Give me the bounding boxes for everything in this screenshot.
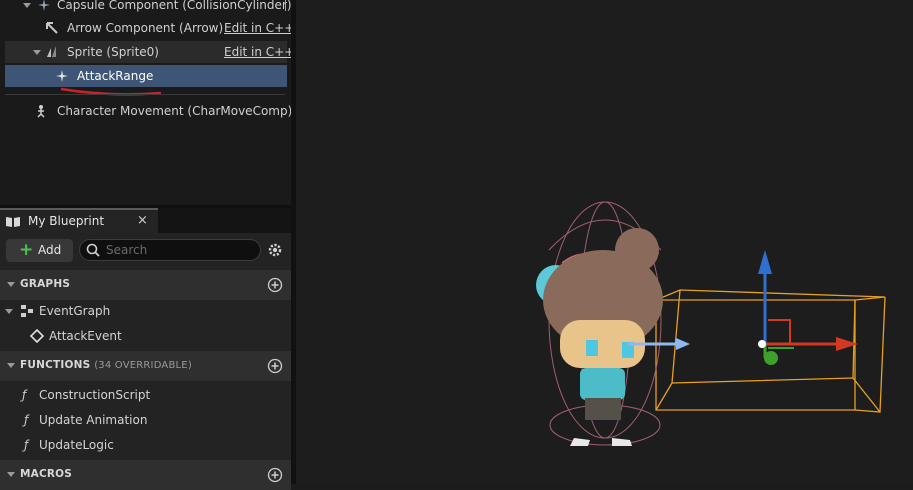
- viewport[interactable]: [296, 0, 913, 484]
- list-item-event-graph[interactable]: EventGraph: [0, 300, 291, 322]
- event-icon: [30, 329, 44, 343]
- tree-item-capsule-component[interactable]: Capsule Component (CollisionCylinder): [5, 0, 292, 16]
- tree-item-label: Sprite (Sprite0): [67, 45, 159, 59]
- tab-my-blueprint[interactable]: My Blueprint ×: [0, 208, 158, 233]
- tree-item-arrow-component[interactable]: Arrow Component (Arrow) Edit in C++: [5, 17, 294, 39]
- edit-in-cpp-link[interactable]: Edit in C++: [224, 17, 294, 39]
- viewport-scene[interactable]: [296, 0, 913, 484]
- event-graph-icon: [21, 305, 33, 317]
- sprite-icon: [47, 46, 56, 57]
- expand-arrow-icon[interactable]: [23, 3, 31, 8]
- item-label: Update Animation: [39, 413, 148, 427]
- section-title: FUNCTIONS (34 OVERRIDABLE): [20, 359, 192, 371]
- search-input[interactable]: Search: [79, 239, 261, 261]
- list-item-function[interactable]: ƒ ConstructionScript: [0, 384, 291, 406]
- tree-item-label: AttackRange: [77, 69, 154, 83]
- search-icon: [86, 243, 100, 257]
- function-icon: ƒ: [24, 413, 29, 427]
- components-tree: Capsule Component (CollisionCylinder) Ar…: [0, 0, 294, 205]
- separator: [5, 94, 285, 95]
- item-label: ConstructionScript: [39, 388, 151, 402]
- plus-icon: +: [19, 240, 34, 260]
- transform-gizmo[interactable]: [758, 250, 858, 365]
- left-panel: Capsule Component (CollisionCylinder) Ar…: [0, 0, 294, 490]
- divider: [285, 0, 286, 11]
- collapse-arrow-icon[interactable]: [7, 363, 15, 368]
- tree-item-label: Capsule Component (CollisionCylinder): [57, 0, 292, 12]
- add-button-label: Add: [38, 243, 62, 257]
- expand-arrow-icon[interactable]: [33, 50, 41, 55]
- list-item-function[interactable]: ƒ Update Animation: [0, 409, 291, 431]
- section-macros[interactable]: MACROS: [0, 460, 291, 490]
- function-icon: ƒ: [24, 438, 29, 452]
- section-title-text: FUNCTIONS: [20, 359, 91, 371]
- item-label: EventGraph: [39, 304, 111, 318]
- tree-item-character-movement[interactable]: Character Movement (CharMoveComp): [5, 100, 292, 122]
- function-icon: ƒ: [22, 388, 27, 402]
- collapse-arrow-icon[interactable]: [7, 282, 15, 287]
- add-macro-icon[interactable]: [267, 467, 283, 483]
- attack-range-bounds-box[interactable]: [655, 289, 886, 413]
- section-graphs[interactable]: GRAPHS: [0, 270, 291, 300]
- tab-title: My Blueprint: [28, 214, 105, 228]
- attack-range-icon: [56, 70, 68, 82]
- search-placeholder: Search: [106, 243, 148, 257]
- section-title: MACROS: [20, 468, 73, 480]
- collapse-arrow-icon[interactable]: [5, 309, 13, 314]
- tree-item-label: Arrow Component (Arrow): [67, 21, 224, 35]
- tree-item-sprite[interactable]: Sprite (Sprite0) Edit in C++: [5, 41, 294, 63]
- add-function-icon[interactable]: [267, 358, 283, 374]
- gear-icon[interactable]: [266, 241, 284, 259]
- section-functions[interactable]: FUNCTIONS (34 OVERRIDABLE): [0, 351, 291, 381]
- item-label: UpdateLogic: [39, 438, 114, 452]
- section-subtitle: (34 OVERRIDABLE): [94, 360, 192, 371]
- list-item-function[interactable]: ƒ UpdateLogic: [0, 434, 291, 456]
- arrow-icon: [46, 22, 58, 34]
- edit-in-cpp-link[interactable]: Edit in C++: [224, 41, 294, 63]
- close-icon[interactable]: ×: [137, 213, 148, 228]
- section-title: GRAPHS: [20, 278, 71, 290]
- collapse-arrow-icon[interactable]: [7, 472, 15, 477]
- character-sprite[interactable]: [536, 228, 663, 446]
- add-graph-icon[interactable]: [267, 277, 283, 293]
- list-item-attack-event[interactable]: AttackEvent: [0, 325, 291, 347]
- add-button[interactable]: + Add: [6, 239, 73, 262]
- tree-item-label: Character Movement (CharMoveComp): [57, 104, 293, 118]
- character-movement-icon: [37, 105, 45, 118]
- tree-item-attack-range[interactable]: AttackRange: [5, 65, 287, 87]
- book-icon: [6, 217, 20, 227]
- capsule-icon: [38, 0, 50, 11]
- tab-bar: [158, 208, 291, 233]
- item-label: AttackEvent: [49, 329, 122, 343]
